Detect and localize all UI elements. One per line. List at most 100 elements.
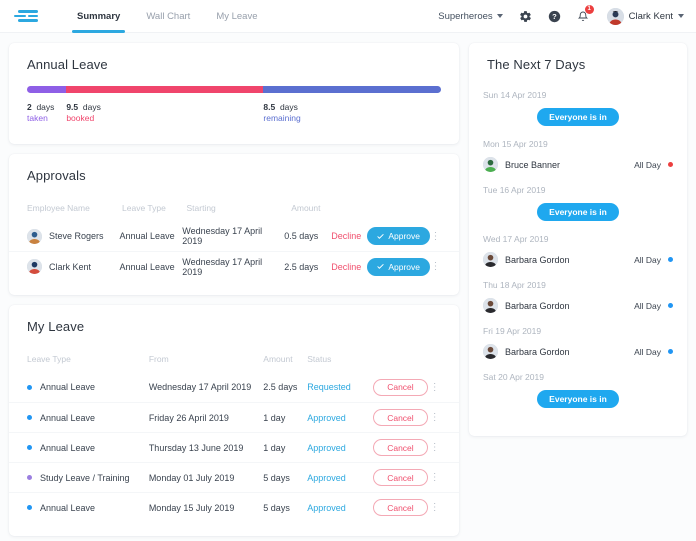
amount: 2.5 days — [284, 261, 319, 272]
status-badge: Approved — [307, 472, 346, 483]
column-header-leave-type: Leave Type — [27, 354, 71, 364]
legend-remaining: 8.5 days remaining — [263, 102, 300, 123]
column-header-status: Status — [307, 354, 332, 364]
leave-status-dot — [668, 162, 673, 167]
amount: 2.5 days — [263, 382, 298, 392]
column-header-employee-name: Employee Name — [27, 203, 90, 213]
approve-button[interactable]: Approve — [367, 257, 431, 276]
cancel-button[interactable]: Cancel — [373, 378, 428, 396]
day-label: Wed 17 Apr 2019 — [483, 234, 549, 244]
day-label: Sat 20 Apr 2019 — [483, 372, 544, 382]
annual-leave-legend: 2 days taken 9.5 days booked 8.5 days re… — [27, 102, 441, 128]
user-menu[interactable]: Clark Kent — [606, 7, 684, 25]
approve-button[interactable]: Approve — [367, 227, 431, 245]
my-leave-table-body: Annual Leave Wednesday 17 April 2019 2.5… — [9, 372, 459, 522]
legend-value-taken: 2 days — [27, 102, 55, 112]
chevron-down-icon — [678, 14, 684, 18]
progress-segment-booked — [66, 86, 264, 93]
column-header-amount: Amount — [291, 203, 321, 213]
amount: 5 days — [263, 472, 290, 483]
team-selector[interactable]: Superheroes — [438, 10, 503, 22]
top-navigation-bar: Summary Wall Chart My Leave Superheroes … — [0, 0, 696, 33]
day-label: Thu 18 Apr 2019 — [483, 280, 546, 290]
all-day-label: All Day — [634, 159, 661, 170]
avatar — [27, 259, 42, 274]
person-name: Barbara Gordon — [505, 300, 570, 311]
cancel-button[interactable]: Cancel — [373, 439, 428, 456]
row-menu-button[interactable]: ⋮ — [431, 231, 441, 242]
leave-type-dot — [27, 475, 32, 480]
person-name: Barbara Gordon — [505, 254, 570, 265]
all-day-label: All Day — [634, 254, 661, 265]
from-date: Friday 26 April 2019 — [148, 412, 229, 423]
row-menu-button[interactable]: ⋮ — [431, 261, 441, 272]
svg-text:?: ? — [552, 12, 557, 21]
row-menu-button[interactable]: ⋮ — [430, 472, 440, 483]
check-icon — [377, 264, 384, 269]
everyone-is-in-badge[interactable]: Everyone is in — [537, 203, 619, 221]
leave-status-dot — [668, 257, 673, 262]
chevron-down-icon — [496, 14, 503, 18]
user-name-label: Clark Kent — [628, 10, 673, 22]
status-badge: Approved — [307, 442, 346, 453]
tab-summary[interactable]: Summary — [64, 0, 133, 33]
app-logo-icon[interactable] — [14, 8, 40, 24]
help-icon: ? — [548, 10, 560, 22]
annual-leave-title: Annual Leave — [27, 57, 108, 72]
decline-button[interactable]: Decline — [331, 262, 361, 272]
tab-wall-chart[interactable]: Wall Chart — [133, 0, 203, 33]
approvals-card: Approvals Employee Name Leave Type Start… — [9, 154, 459, 295]
tab-my-leave[interactable]: My Leave — [203, 0, 270, 33]
notifications-button[interactable]: 1 — [577, 4, 594, 23]
row-menu-button[interactable]: ⋮ — [430, 502, 440, 513]
leave-type: Annual Leave — [40, 442, 96, 453]
cancel-button[interactable]: Cancel — [373, 469, 428, 486]
table-row: Clark Kent Annual Leave Wednesday 17 Apr… — [9, 251, 459, 281]
starting-date: Wednesday 17 April 2019 — [182, 226, 263, 246]
from-date: Monday 15 July 2019 — [148, 502, 235, 513]
leave-status-dot — [668, 303, 673, 308]
legend-label-remaining: remaining — [263, 113, 301, 123]
team-selector-label: Superheroes — [438, 10, 493, 22]
settings-button[interactable] — [519, 10, 532, 23]
approvals-title: Approvals — [27, 168, 86, 183]
tab-label: Wall Chart — [146, 10, 191, 22]
row-menu-button[interactable]: ⋮ — [430, 382, 440, 393]
table-row: Annual Leave Thursday 13 June 2019 1 day… — [9, 432, 459, 462]
legend-value-remaining: 8.5 days — [263, 102, 298, 112]
column-header-leave-type: Leave Type — [122, 203, 166, 213]
legend-label-taken: taken — [27, 113, 48, 123]
status-badge: Approved — [307, 502, 346, 513]
approve-label: Approve — [388, 261, 421, 272]
row-menu-button[interactable]: ⋮ — [430, 412, 440, 423]
next-7-days-list: Sun 14 Apr 2019 Everyone is in Mon 15 Apr … — [469, 72, 687, 436]
amount: 0.5 days — [284, 231, 319, 241]
legend-taken: 2 days taken — [27, 102, 54, 123]
legend-label-booked: booked — [66, 113, 95, 123]
person-name: Barbara Gordon — [505, 346, 570, 357]
right-column: The Next 7 Days Sun 14 Apr 2019 Everyone … — [469, 43, 687, 536]
leave-type: Study Leave / Training — [40, 472, 130, 483]
legend-value-booked: 9.5 days — [66, 102, 101, 112]
row-menu-button[interactable]: ⋮ — [430, 442, 440, 453]
decline-button[interactable]: Decline — [331, 231, 361, 241]
table-row: Annual Leave Monday 15 July 2019 5 days … — [9, 492, 459, 522]
table-row: Annual Leave Wednesday 17 April 2019 2.5… — [9, 372, 459, 402]
starting-date: Wednesday 17 April 2019 — [182, 256, 263, 277]
gear-icon — [519, 10, 531, 22]
day-label: Sun 14 Apr 2019 — [483, 90, 547, 100]
leave-type: Annual Leave — [40, 382, 96, 392]
status-badge: Approved — [307, 412, 346, 423]
all-day-label: All Day — [634, 346, 661, 357]
list-item: Barbara Gordon All Day — [483, 344, 673, 359]
annual-leave-card: Annual Leave 2 days taken 9.5 days booke… — [9, 43, 459, 144]
next-7-days-title: The Next 7 Days — [487, 57, 586, 72]
everyone-is-in-badge[interactable]: Everyone is in — [537, 108, 619, 126]
help-button[interactable]: ? — [548, 10, 561, 23]
avatar — [483, 298, 498, 313]
everyone-is-in-badge[interactable]: Everyone is in — [537, 390, 619, 408]
leave-type: Annual Leave — [40, 502, 96, 513]
cancel-button[interactable]: Cancel — [373, 499, 428, 516]
cancel-button[interactable]: Cancel — [373, 409, 428, 426]
from-date: Thursday 13 June 2019 — [148, 442, 244, 453]
